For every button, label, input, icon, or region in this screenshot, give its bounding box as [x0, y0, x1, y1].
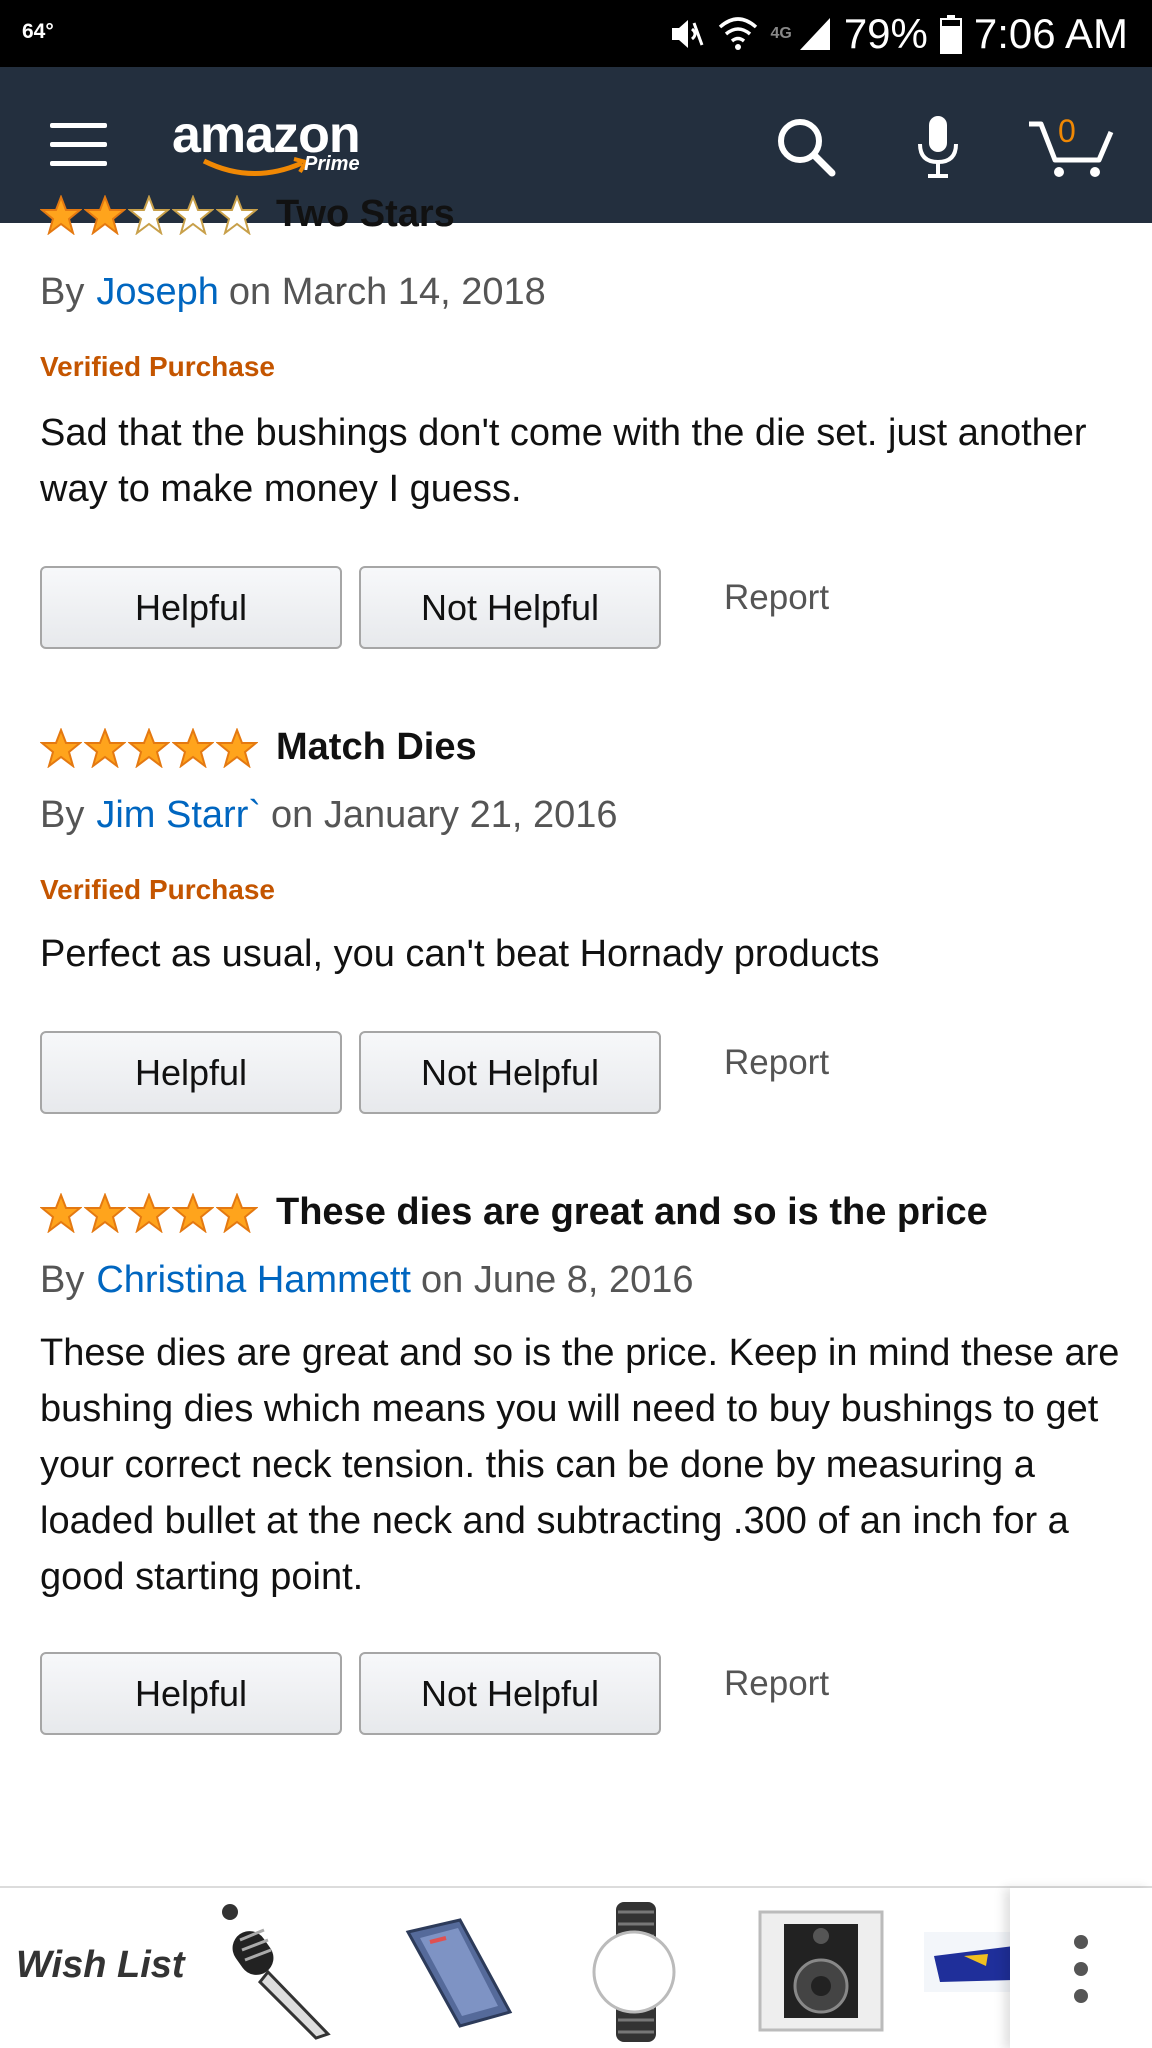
battery-percent: 79%	[843, 10, 928, 57]
star-filled-icon	[216, 727, 258, 768]
wifi-icon	[718, 15, 758, 53]
review-header: These dies are great and so is the price	[40, 1191, 988, 1234]
report-link[interactable]: Report	[724, 1043, 829, 1083]
wish-list-bar: Wish List	[0, 1886, 1152, 2048]
star-rating	[40, 727, 258, 768]
author-link[interactable]: Jim Starr`	[96, 794, 261, 836]
signal-icon	[798, 16, 832, 52]
review-title: Match Dies	[276, 726, 477, 768]
review-date: on March 14, 2018	[228, 271, 546, 313]
star-empty-icon	[172, 194, 214, 235]
review-byline: By Joseph on March 14, 2018	[40, 271, 546, 314]
verified-purchase-badge: Verified Purchase	[40, 874, 276, 905]
review-date: on January 21, 2016	[271, 794, 618, 836]
watch-band-item[interactable]	[578, 1902, 688, 2042]
star-filled-icon	[216, 1192, 258, 1233]
not-helpful-button[interactable]: Not Helpful	[359, 1652, 661, 1735]
wish-list-label[interactable]: Wish List	[16, 1944, 185, 1987]
star-filled-icon	[84, 1192, 126, 1233]
by-label: By	[40, 1259, 85, 1301]
review-header: Two Stars	[40, 193, 455, 236]
star-rating	[40, 1192, 258, 1233]
review-byline: By Jim Starr` on January 21, 2016	[40, 794, 618, 837]
menu-icon[interactable]	[50, 123, 107, 167]
star-filled-icon	[128, 1192, 170, 1233]
review-byline: By Christina Hammett on June 8, 2016	[40, 1259, 694, 1302]
review-title: Two Stars	[276, 193, 455, 235]
status-bar: 64° 4G 79% 7:06 AM	[0, 0, 1152, 67]
review-body: These dies are great and so is the price…	[40, 1332, 1120, 1598]
status-icons: 4G 79% 7:06 AM	[668, 8, 1128, 60]
star-rating	[40, 194, 258, 235]
verified-purchase-badge: Verified Purchase	[40, 351, 276, 382]
star-filled-icon	[84, 727, 126, 768]
star-empty-icon	[128, 194, 170, 235]
helpful-button[interactable]: Helpful	[40, 1652, 342, 1735]
star-filled-icon	[172, 1192, 214, 1233]
network-type: 4G	[770, 25, 792, 42]
by-label: By	[40, 271, 85, 313]
more-vertical-icon[interactable]	[1010, 1888, 1152, 2048]
author-link[interactable]: Christina Hammett	[96, 1259, 411, 1301]
star-filled-icon	[128, 727, 170, 768]
battery-icon	[939, 14, 962, 54]
star-filled-icon	[40, 727, 82, 768]
helpful-button[interactable]: Helpful	[40, 1031, 342, 1114]
knife-item[interactable]	[210, 1902, 340, 2042]
report-link[interactable]: Report	[724, 578, 829, 618]
logo-prime-text: Prime	[304, 153, 360, 175]
report-link[interactable]: Report	[724, 1664, 829, 1704]
helpful-button[interactable]: Helpful	[40, 566, 342, 649]
clock-time: 7:06 AM	[973, 10, 1128, 57]
amazon-logo[interactable]: amazon Prime	[172, 105, 382, 185]
star-filled-icon	[40, 1192, 82, 1233]
laptop-item[interactable]	[400, 1902, 515, 2042]
review-body: Perfect as usual, you can't beat Hornady…	[40, 933, 880, 975]
mute-icon	[668, 15, 706, 53]
temperature-text: 64°	[22, 20, 54, 43]
by-label: By	[40, 794, 85, 836]
star-filled-icon	[172, 727, 214, 768]
microphone-icon[interactable]	[898, 107, 978, 187]
search-icon[interactable]	[766, 107, 846, 187]
not-helpful-button[interactable]: Not Helpful	[359, 566, 661, 649]
star-empty-icon	[216, 194, 258, 235]
logo-smile-icon	[202, 157, 310, 176]
author-link[interactable]: Joseph	[96, 271, 219, 313]
review-date: on June 8, 2016	[421, 1259, 694, 1301]
review-body: Sad that the bushings don't come with th…	[40, 412, 1087, 510]
not-helpful-button[interactable]: Not Helpful	[359, 1031, 661, 1114]
cart-count: 0	[1058, 113, 1076, 149]
blue-device-item[interactable]	[924, 1902, 1014, 2042]
review-header: Match Dies	[40, 726, 477, 769]
speaker-item[interactable]	[756, 1902, 886, 2042]
review-title: These dies are great and so is the price	[276, 1191, 988, 1233]
star-filled-icon	[84, 194, 126, 235]
star-filled-icon	[40, 194, 82, 235]
